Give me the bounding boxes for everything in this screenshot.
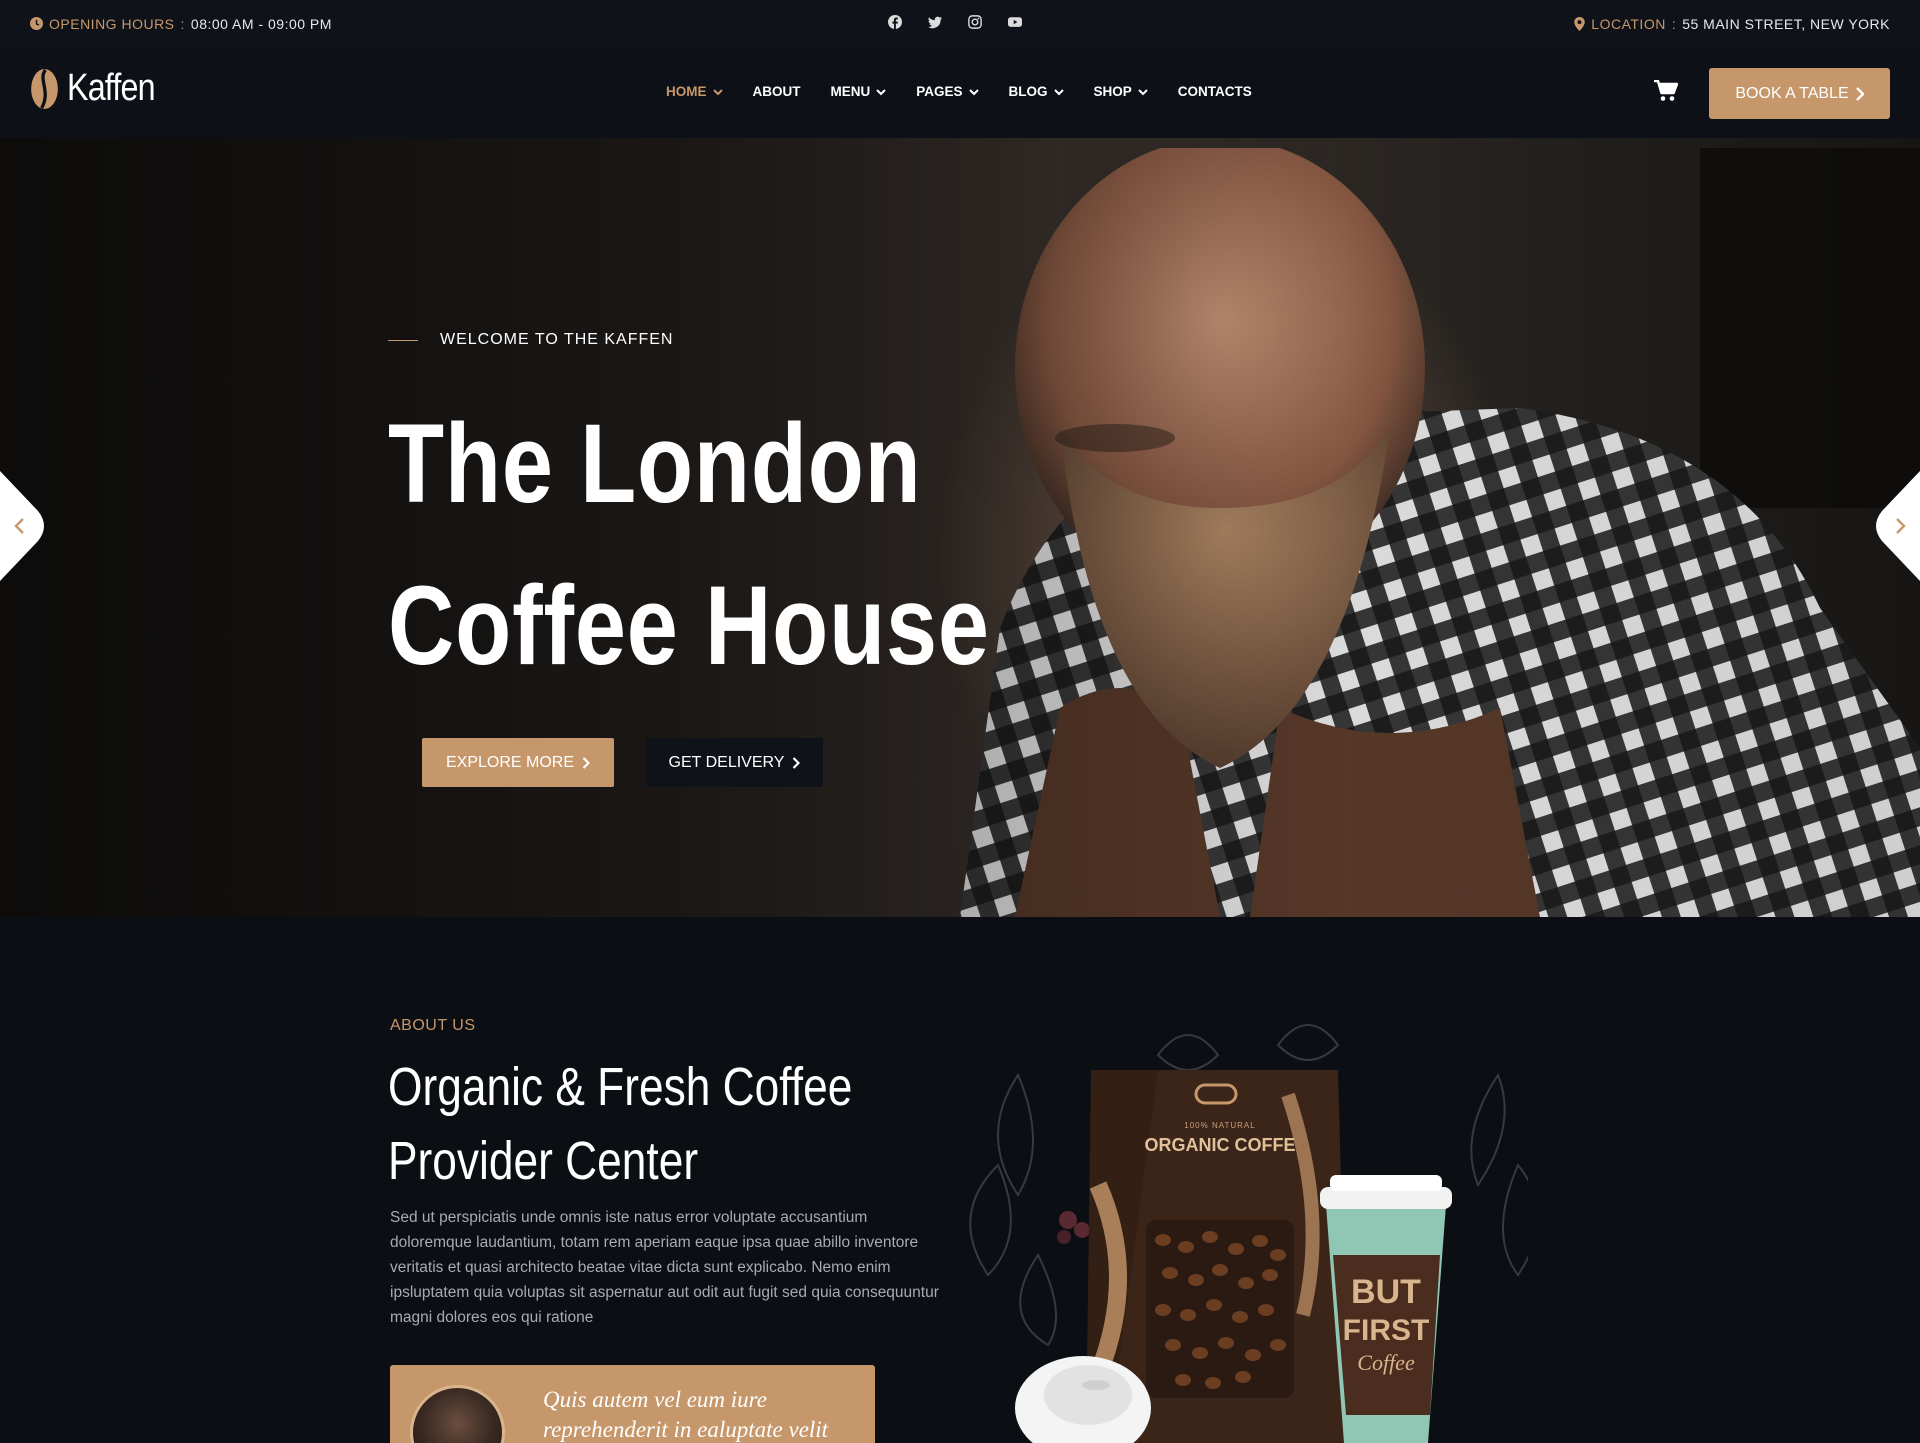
slider-prev-button[interactable] bbox=[0, 471, 46, 581]
hero-slider: WELCOME TO THE KAFFEN The London Coffee … bbox=[0, 138, 1920, 917]
about-title: Organic & Fresh Coffee Provider Center bbox=[388, 1050, 954, 1198]
bag-title-label: ORGANIC COFFE bbox=[1145, 1135, 1296, 1155]
nav-item-home[interactable]: HOME bbox=[666, 84, 723, 99]
coffee-product-image: 100% NATURAL ORGANIC COFFE BUT FIRST Cof… bbox=[969, 1024, 1528, 1443]
coffee-bean-icon bbox=[31, 68, 58, 109]
chevron-down-icon bbox=[968, 88, 979, 95]
slider-next-button[interactable] bbox=[1874, 471, 1920, 581]
opening-hours: OPENING HOURS : 08:00 AM - 09:00 PM bbox=[30, 16, 332, 32]
chevron-right-icon bbox=[1855, 86, 1864, 101]
nav-item-shop[interactable]: SHOP bbox=[1094, 84, 1148, 99]
nav-item-label: BLOG bbox=[1008, 84, 1048, 99]
nav-item-about[interactable]: ABOUT bbox=[753, 84, 801, 99]
nav-item-label: HOME bbox=[666, 84, 707, 99]
brand-name: Kaffen bbox=[67, 67, 156, 109]
about-title-line-1: Organic & Fresh Coffee bbox=[388, 1057, 853, 1117]
cart-icon[interactable] bbox=[1654, 80, 1678, 102]
location: LOCATION : 55 MAIN STREET, NEW YORK bbox=[1574, 16, 1890, 32]
chevron-down-icon bbox=[1138, 88, 1148, 95]
get-delivery-button[interactable]: GET DELIVERY bbox=[646, 738, 823, 787]
hero-eyebrow: WELCOME TO THE KAFFEN bbox=[388, 331, 673, 349]
youtube-icon[interactable] bbox=[1007, 14, 1023, 30]
hero-title: The London Coffee House bbox=[388, 383, 1122, 707]
social-links bbox=[887, 14, 1023, 30]
testimonial-line-2: reprehenderit in ealuptate velit bbox=[543, 1417, 829, 1442]
bag-small-label: 100% NATURAL bbox=[1184, 1121, 1255, 1130]
get-delivery-label: GET DELIVERY bbox=[668, 753, 785, 771]
cup-line-2: FIRST bbox=[1343, 1314, 1430, 1347]
chevron-down-icon bbox=[712, 88, 723, 95]
about-section-label: ABOUT US bbox=[390, 1017, 476, 1034]
main-header: Kaffen HOME ABOUT MENU PAGES BLOG SHOP C… bbox=[0, 47, 1920, 138]
chevron-right-icon bbox=[582, 756, 591, 769]
main-nav: HOME ABOUT MENU PAGES BLOG SHOP CONTACTS bbox=[666, 84, 1282, 99]
explore-more-label: EXPLORE MORE bbox=[445, 753, 575, 771]
nav-item-label: MENU bbox=[830, 84, 871, 99]
nav-item-contacts[interactable]: CONTACTS bbox=[1178, 84, 1252, 99]
book-a-table-button[interactable]: BOOK A TABLE bbox=[1709, 68, 1890, 119]
nav-item-pages[interactable]: PAGES bbox=[916, 84, 979, 99]
hero-eyebrow-text: WELCOME TO THE KAFFEN bbox=[440, 331, 674, 348]
cup-line-3: Coffee bbox=[1357, 1350, 1415, 1375]
about-description: Sed ut perspiciatis unde omnis iste natu… bbox=[390, 1209, 939, 1326]
opening-hours-label: OPENING HOURS bbox=[49, 15, 175, 32]
twitter-icon[interactable] bbox=[927, 14, 943, 30]
explore-more-button[interactable]: EXPLORE MORE bbox=[422, 738, 614, 787]
instagram-icon[interactable] bbox=[967, 14, 983, 30]
eyebrow-line bbox=[388, 339, 418, 341]
nav-item-menu[interactable]: MENU bbox=[831, 84, 887, 99]
brand-logo[interactable]: Kaffen bbox=[30, 67, 170, 110]
book-a-table-label: BOOK A TABLE bbox=[1735, 84, 1849, 102]
testimonial-quote: Quis autem vel eum iure reprehenderit in… bbox=[543, 1385, 828, 1443]
hero-title-line-1: The London bbox=[388, 401, 922, 526]
cup-line-1: BUT bbox=[1351, 1273, 1421, 1311]
testimonial-line-1: Quis autem vel eum iure bbox=[543, 1387, 767, 1412]
hero-title-line-2: Coffee House bbox=[388, 563, 990, 688]
nav-item-blog[interactable]: BLOG bbox=[1009, 84, 1064, 99]
location-label: LOCATION bbox=[1591, 15, 1666, 32]
nav-item-label: SHOP bbox=[1093, 84, 1132, 99]
nav-item-label: CONTACTS bbox=[1177, 84, 1252, 99]
top-bar: OPENING HOURS : 08:00 AM - 09:00 PM LOCA… bbox=[0, 0, 1920, 47]
opening-hours-value: 08:00 AM - 09:00 PM bbox=[190, 15, 332, 32]
nav-item-label: ABOUT bbox=[752, 84, 801, 99]
chevron-right-icon bbox=[793, 756, 801, 769]
facebook-icon[interactable] bbox=[887, 14, 903, 30]
testimonial-box: Quis autem vel eum iure reprehenderit in… bbox=[390, 1365, 875, 1443]
chevron-down-icon bbox=[1053, 88, 1064, 95]
avatar bbox=[410, 1385, 505, 1443]
about-title-line-2: Provider Center bbox=[388, 1131, 699, 1191]
map-pin-icon bbox=[1574, 16, 1586, 31]
chevron-down-icon bbox=[876, 88, 886, 95]
nav-item-label: PAGES bbox=[916, 84, 963, 99]
clock-icon bbox=[30, 17, 43, 30]
location-value: 55 MAIN STREET, NEW YORK bbox=[1682, 15, 1890, 32]
